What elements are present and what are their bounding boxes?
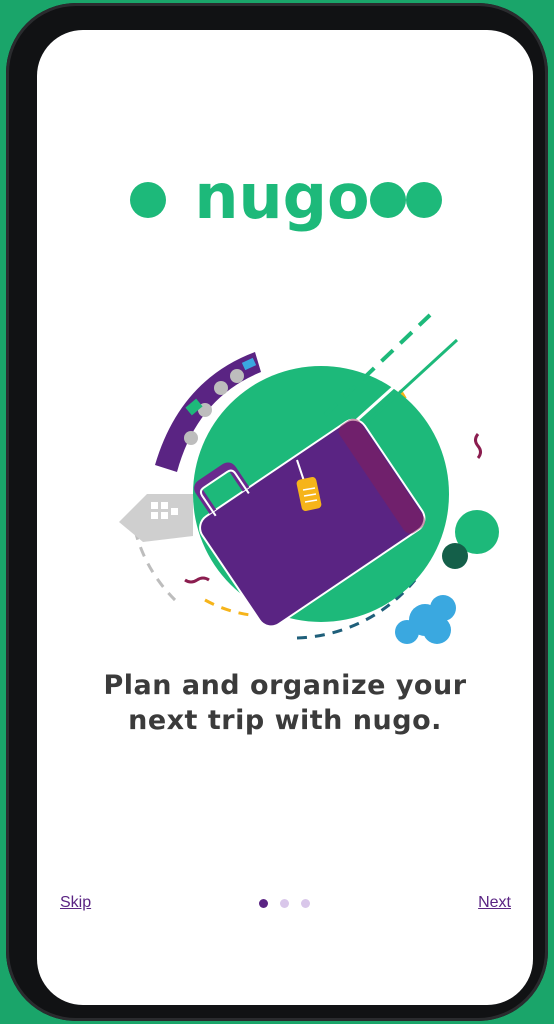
page-indicator <box>259 899 319 911</box>
pager-dot-active[interactable] <box>259 899 268 908</box>
headline-line-2: next trip with nugo. <box>128 705 442 736</box>
next-link[interactable]: Next <box>478 894 511 912</box>
app-screen: nugo Plan and organize your next trip wi… <box>37 30 533 1005</box>
pager-dot[interactable] <box>280 899 289 908</box>
suitcase-travel-illustration <box>119 313 499 644</box>
nugo-logo: nugo <box>130 170 442 233</box>
phone-frame: nugo Plan and organize your next trip wi… <box>6 3 548 1021</box>
headline-line-1: Plan and organize your <box>103 670 467 701</box>
logo-wordmark: nugo <box>194 170 369 233</box>
skip-link[interactable]: Skip <box>60 894 91 912</box>
onboarding-headline: Plan and organize your next trip with nu… <box>57 668 513 738</box>
pager-dot[interactable] <box>301 899 310 908</box>
